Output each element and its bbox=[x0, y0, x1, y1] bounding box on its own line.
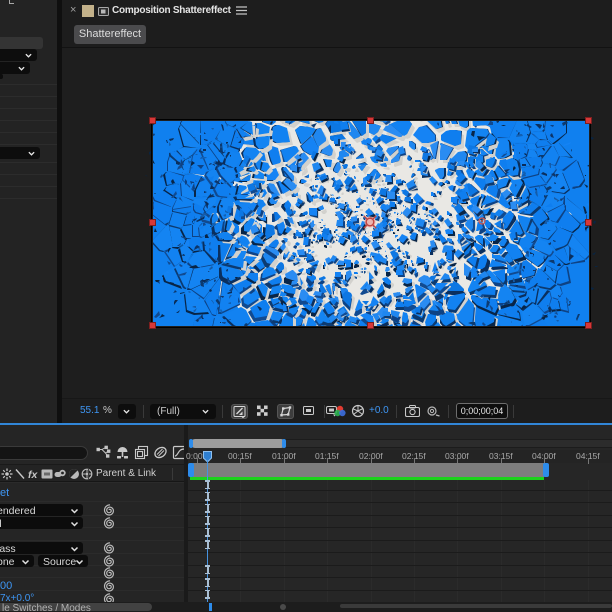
svg-text:fx: fx bbox=[28, 469, 38, 480]
